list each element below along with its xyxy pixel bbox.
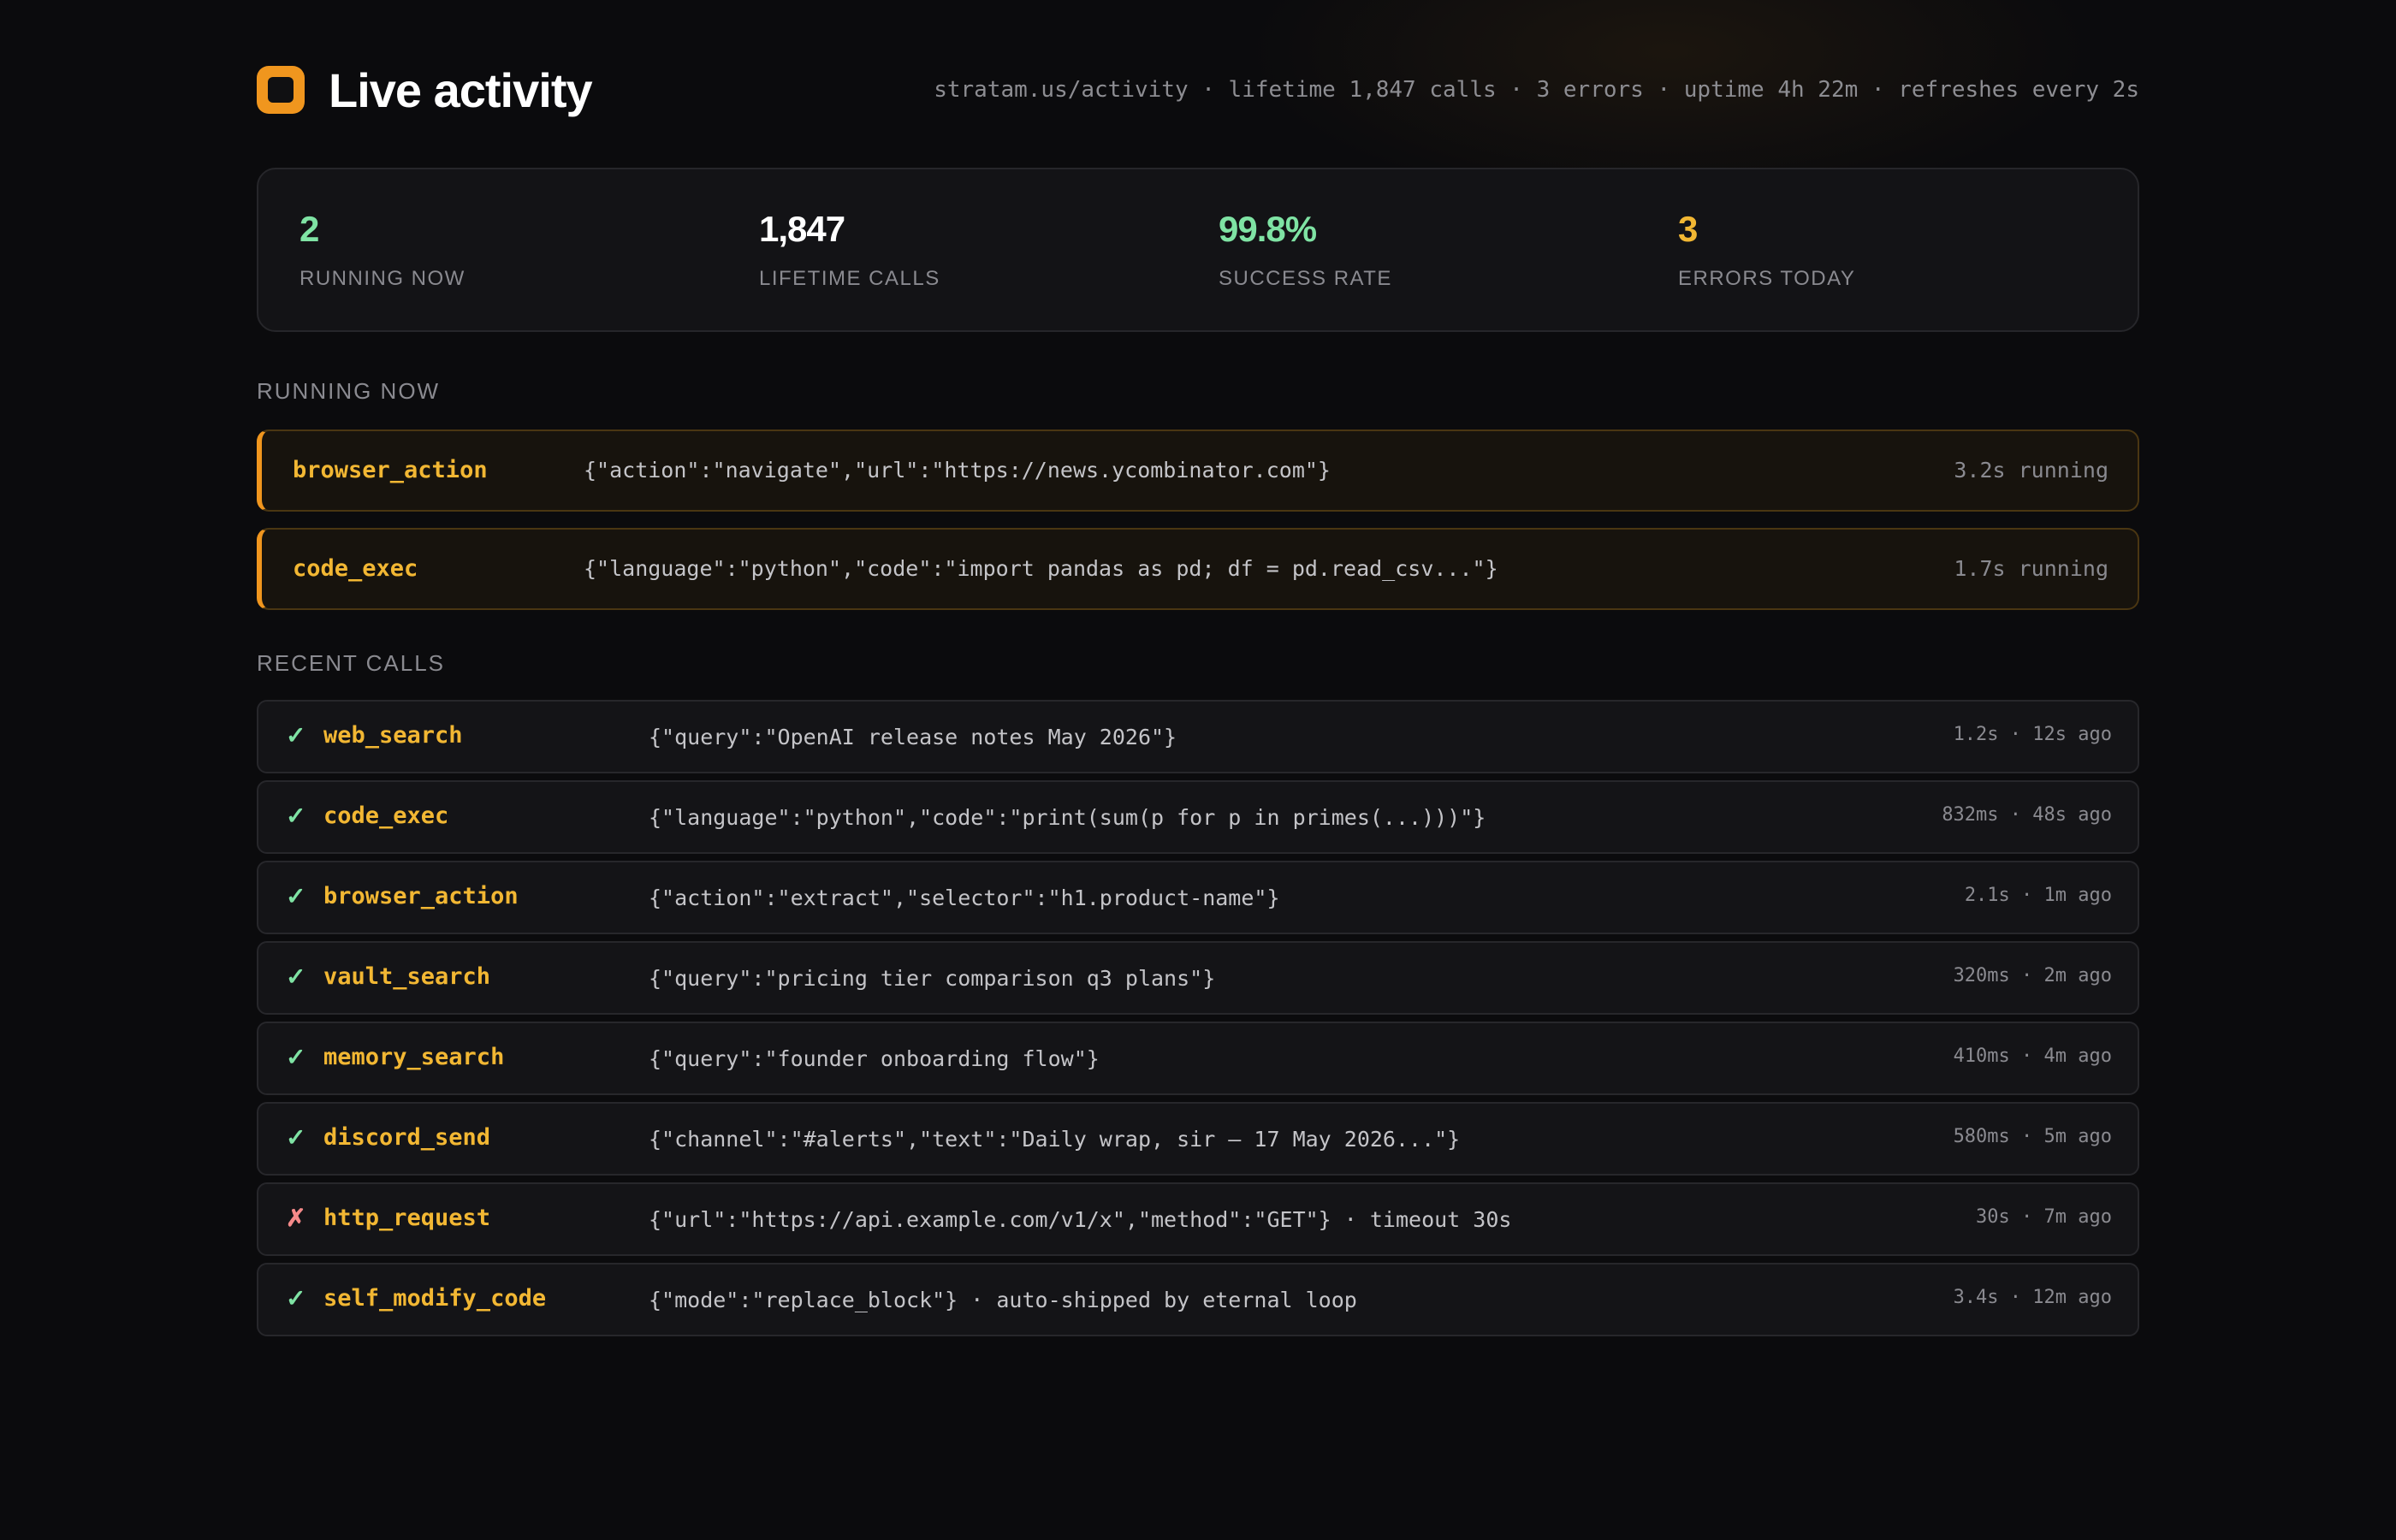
call-timing: 410ms · 4m ago	[1953, 1045, 2112, 1067]
recent-call-row[interactable]: ✓ self_modify_code {"mode":"replace_bloc…	[257, 1263, 2139, 1336]
running-item[interactable]: code_exec {"language":"python","code":"i…	[257, 528, 2139, 610]
recent-call-row[interactable]: ✓ code_exec {"language":"python","code":…	[257, 780, 2139, 854]
check-icon: ✓	[286, 963, 306, 990]
tool-args: {"query":"OpenAI release notes May 2026"…	[649, 725, 1177, 749]
stat-errors-today: 3 ERRORS TODAY	[1678, 209, 1855, 291]
recent-call-row[interactable]: ✓ discord_send {"channel":"#alerts","tex…	[257, 1102, 2139, 1176]
running-section-title: RUNNING NOW	[257, 378, 441, 404]
check-icon: ✓	[286, 1124, 306, 1151]
call-timing: 30s · 7m ago	[1976, 1206, 2112, 1228]
stat-label: ERRORS TODAY	[1678, 267, 1856, 290]
logo-inner-square	[268, 77, 294, 103]
recent-call-row[interactable]: ✓ browser_action {"action":"extract","se…	[257, 861, 2139, 934]
call-timing: 580ms · 5m ago	[1953, 1126, 2112, 1147]
running-timer: 3.2s running	[1954, 458, 2108, 483]
tool-name: http_request	[323, 1205, 491, 1231]
stat-running-now: 2 RUNNING NOW	[300, 209, 466, 291]
check-icon: ✓	[286, 1285, 306, 1312]
recent-call-row[interactable]: ✓ memory_search {"query":"founder onboar…	[257, 1022, 2139, 1095]
call-timing: 1.2s · 12s ago	[1953, 724, 2112, 745]
stat-value: 3	[1678, 209, 1698, 249]
recent-section-title: RECENT CALLS	[257, 650, 446, 676]
page-header: Live activity stratam.us/activity · life…	[257, 62, 2139, 118]
tool-args: {"query":"founder onboarding flow"}	[649, 1046, 1100, 1071]
recent-call-row[interactable]: ✗ http_request {"url":"https://api.examp…	[257, 1182, 2139, 1256]
page-title: Live activity	[329, 62, 593, 117]
tool-args: {"url":"https://api.example.com/v1/x","m…	[649, 1207, 1512, 1232]
tool-name: code_exec	[293, 555, 418, 582]
tool-args: {"mode":"replace_block"} · auto-shipped …	[649, 1288, 1357, 1312]
recent-call-row[interactable]: ✓ web_search {"query":"OpenAI release no…	[257, 700, 2139, 773]
stat-label: RUNNING NOW	[300, 267, 466, 290]
tool-args: {"query":"pricing tier comparison q3 pla…	[649, 966, 1216, 991]
tool-args: {"action":"navigate","url":"https://news…	[584, 458, 1331, 483]
recent-call-row[interactable]: ✓ vault_search {"query":"pricing tier co…	[257, 941, 2139, 1015]
call-timing: 2.1s · 1m ago	[1964, 885, 2112, 906]
tool-args: {"language":"python","code":"print(sum(p…	[649, 805, 1486, 830]
activity-page: Live activity stratam.us/activity · life…	[0, 0, 2396, 1540]
stat-label: SUCCESS RATE	[1219, 267, 1392, 290]
tool-args: {"language":"python","code":"import pand…	[584, 556, 1498, 581]
tool-name: self_modify_code	[323, 1285, 547, 1312]
stat-success-rate: 99.8% SUCCESS RATE	[1219, 209, 1392, 291]
stat-lifetime-calls: 1,847 LIFETIME CALLS	[759, 209, 940, 291]
tool-name: discord_send	[323, 1124, 491, 1151]
stat-value: 2	[300, 209, 319, 249]
stat-label: LIFETIME CALLS	[759, 267, 940, 290]
stats-panel: 2 RUNNING NOW 1,847 LIFETIME CALLS 99.8%…	[257, 168, 2139, 332]
tool-args: {"channel":"#alerts","text":"Daily wrap,…	[649, 1127, 1461, 1152]
call-timing: 320ms · 2m ago	[1953, 965, 2112, 986]
call-timing: 3.4s · 12m ago	[1953, 1287, 2112, 1308]
header-meta: stratam.us/activity · lifetime 1,847 cal…	[934, 77, 2139, 103]
check-icon: ✓	[286, 803, 306, 829]
tool-name: vault_search	[323, 963, 491, 990]
tool-name: code_exec	[323, 803, 449, 829]
check-icon: ✓	[286, 1044, 306, 1070]
tool-name: memory_search	[323, 1044, 505, 1070]
check-icon: ✓	[286, 883, 306, 909]
running-timer: 1.7s running	[1954, 556, 2108, 581]
tool-name: web_search	[323, 722, 463, 749]
tool-name: browser_action	[323, 883, 519, 909]
square-logo-icon	[257, 66, 305, 114]
stat-value: 1,847	[759, 209, 845, 249]
tool-name: browser_action	[293, 457, 488, 483]
stat-value: 99.8%	[1219, 209, 1317, 249]
running-item[interactable]: browser_action {"action":"navigate","url…	[257, 429, 2139, 512]
tool-args: {"action":"extract","selector":"h1.produ…	[649, 886, 1280, 910]
check-icon: ✓	[286, 722, 306, 749]
cross-icon: ✗	[286, 1205, 306, 1231]
call-timing: 832ms · 48s ago	[1942, 804, 2112, 826]
